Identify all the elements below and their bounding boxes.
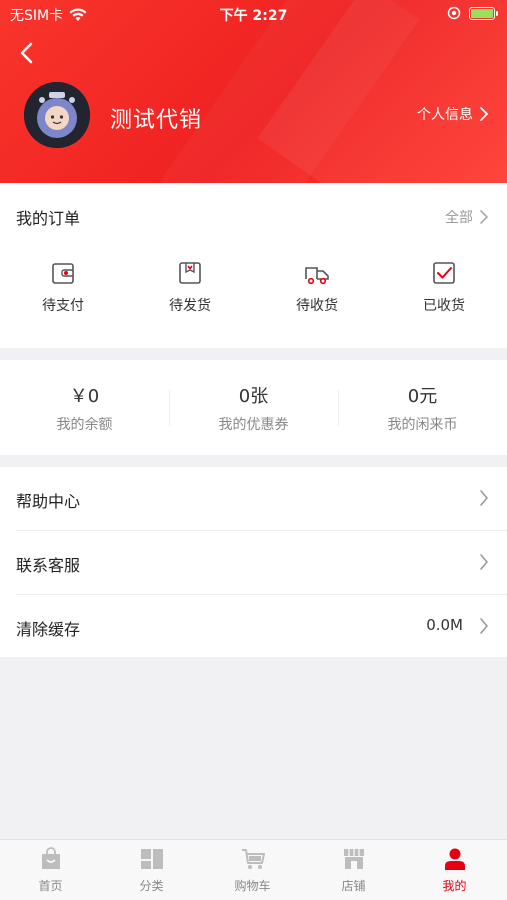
order-received[interactable]: 已收货: [394, 259, 494, 315]
tab-label: 分类: [139, 879, 164, 893]
coupon-item[interactable]: 0张 我的优惠券: [169, 382, 338, 434]
user-icon: [444, 848, 465, 870]
username: 测试代销: [110, 108, 203, 133]
wallet-icon: [52, 263, 74, 284]
store-icon: [343, 849, 364, 869]
order-pending-receipt[interactable]: 待收货: [267, 259, 367, 315]
bottom-tab-bar: 首页 分类 购物车 店铺 我的: [0, 839, 507, 900]
profile-info-link[interactable]: 个人信息: [417, 104, 489, 124]
settings-menu: 帮助中心 联系客服 清除缓存 0.0M: [0, 467, 507, 657]
profile-header: 无SIM卡 下午 2:27 测试代销 个人信息: [0, 0, 507, 183]
balance-label: 我的余额: [56, 417, 113, 433]
tab-label: 购物车: [234, 879, 271, 893]
status-time: 下午 2:27: [219, 8, 288, 24]
order-item-label: 待支付: [42, 298, 84, 314]
cache-size-value: 0.0M: [426, 616, 463, 634]
coins-item[interactable]: 0元 我的闲来币: [338, 382, 507, 434]
back-arrow-icon[interactable]: [12, 38, 42, 68]
all-orders-label: 全部: [445, 210, 473, 226]
category-icon: [140, 849, 163, 869]
status-bar: 无SIM卡 下午 2:27: [0, 0, 507, 28]
menu-item-label: 帮助中心: [16, 492, 81, 511]
package-icon: [179, 262, 201, 284]
tab-mine[interactable]: 我的: [404, 846, 505, 894]
tab-label: 店铺: [341, 879, 366, 893]
coins-value: 0元: [407, 386, 438, 407]
avatar[interactable]: [24, 82, 90, 148]
tab-home[interactable]: 首页: [0, 846, 101, 894]
tab-store[interactable]: 店铺: [303, 846, 404, 894]
coupon-label: 我的优惠券: [218, 417, 289, 433]
balance-item[interactable]: ￥0 我的余额: [0, 382, 169, 434]
all-orders-link[interactable]: 全部: [445, 207, 489, 227]
tab-label: 首页: [38, 879, 63, 893]
chevron-right-icon: [480, 107, 488, 121]
orders-section: 我的订单 全部 待支付 待发货 待收货 已收货: [0, 183, 507, 348]
order-item-label: 待发货: [169, 298, 211, 314]
balance-value: ￥0: [69, 386, 100, 407]
avatar-image: [24, 82, 90, 148]
tab-label: 我的: [442, 879, 467, 893]
home-bag-icon: [41, 847, 60, 869]
order-item-label: 待收货: [296, 298, 338, 314]
menu-clear-cache[interactable]: 清除缓存 0.0M: [0, 595, 507, 658]
menu-contact-support[interactable]: 联系客服: [0, 531, 507, 594]
order-item-label: 已收货: [423, 298, 465, 314]
tab-cart[interactable]: 购物车: [202, 846, 303, 894]
chevron-right-icon: [480, 618, 488, 634]
orientation-lock-icon: [447, 6, 461, 20]
chevron-right-icon: [480, 554, 488, 570]
check-box-icon: [433, 262, 455, 284]
menu-help-center[interactable]: 帮助中心: [0, 467, 507, 530]
order-pending-payment[interactable]: 待支付: [13, 259, 113, 315]
truck-icon: [305, 267, 329, 285]
profile-info-label: 个人信息: [417, 107, 473, 123]
menu-item-label: 清除缓存: [16, 620, 81, 639]
assets-section: ￥0 我的余额 0张 我的优惠券 0元 我的闲来币: [0, 360, 507, 455]
chevron-right-icon: [480, 210, 488, 224]
orders-title: 我的订单: [16, 209, 81, 228]
coupon-value: 0张: [238, 386, 269, 407]
tab-category[interactable]: 分类: [101, 846, 202, 894]
coins-label: 我的闲来币: [387, 417, 458, 433]
order-pending-shipment[interactable]: 待发货: [140, 259, 240, 315]
cart-icon: [241, 849, 265, 869]
menu-item-label: 联系客服: [16, 556, 81, 575]
battery-icon: [469, 6, 498, 20]
chevron-right-icon: [480, 490, 488, 506]
